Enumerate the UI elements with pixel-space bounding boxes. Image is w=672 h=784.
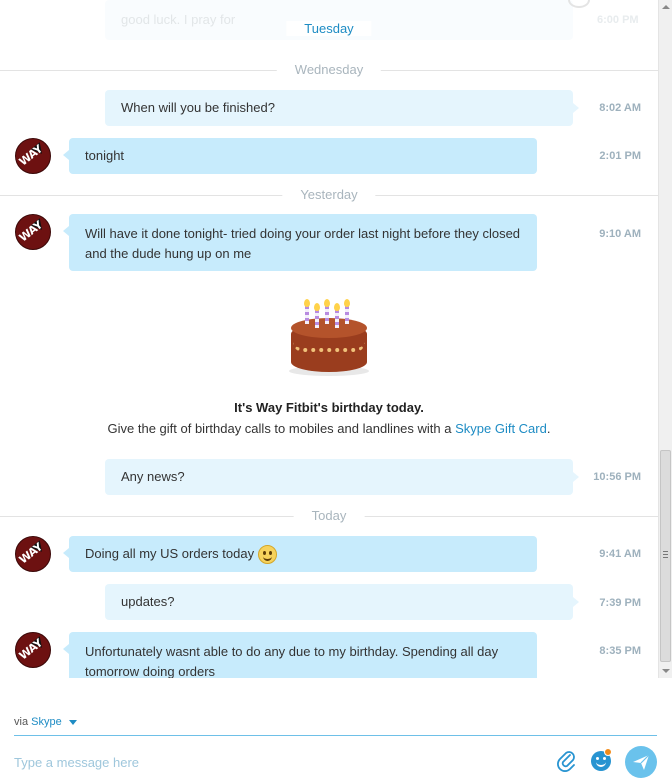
message-text: Unfortunately wasnt able to do any due t…: [85, 643, 499, 679]
message-bubble-outgoing[interactable]: When will you be finished?: [105, 90, 579, 126]
message-text: updates?: [121, 594, 175, 609]
birthday-cake-icon: [287, 296, 371, 376]
message-bubble-incoming[interactable]: tonight: [63, 138, 537, 174]
smile-icon: [258, 544, 278, 564]
message-time: 9:41 AM: [599, 548, 641, 560]
birthday-title: It's Way Fitbit's birthday today.: [234, 400, 424, 415]
message-text: When will you be finished?: [121, 100, 275, 115]
date-label: Yesterday: [282, 187, 376, 202]
message-time: 8:02 AM: [599, 102, 641, 114]
date-label: Today: [293, 508, 365, 523]
composer-divider: [14, 735, 657, 736]
avatar-label: WAY: [16, 540, 45, 567]
birthday-notice: It's Way Fitbit's birthday today. Give t…: [0, 296, 658, 436]
contact-avatar[interactable]: WAY: [15, 632, 51, 668]
message-bubble-incoming[interactable]: Will have it done tonight- tried doing y…: [63, 214, 537, 271]
message-time: 10:56 PM: [593, 471, 641, 483]
date-separator-yesterday: Yesterday: [0, 185, 658, 205]
scroll-thumb[interactable]: [660, 450, 671, 662]
notification-dot: [604, 748, 612, 756]
chevron-down-icon[interactable]: [68, 719, 77, 725]
message-text: Any news?: [121, 469, 185, 484]
send-button[interactable]: [625, 746, 657, 778]
message-input[interactable]: [14, 747, 534, 777]
birthday-text-after: .: [546, 421, 551, 436]
birthday-text-before: Give the gift of birthday calls to mobil…: [107, 421, 456, 436]
via-label: via: [14, 716, 29, 728]
message-text: Doing all my US orders today: [85, 546, 255, 561]
message-bubble-outgoing[interactable]: updates?: [105, 584, 579, 620]
scroll-down-arrow-icon[interactable]: [659, 664, 672, 678]
date-label: Wednesday: [276, 62, 382, 77]
avatar-label: WAY: [16, 218, 45, 245]
avatar-label: WAY: [16, 142, 45, 169]
contact-avatar[interactable]: WAY: [15, 214, 51, 250]
message-bubble-incoming[interactable]: Doing all my US orders today: [63, 536, 537, 572]
date-separator-wednesday: Wednesday: [0, 60, 658, 80]
paperclip-icon[interactable]: [557, 750, 577, 772]
message-bubble-outgoing[interactable]: Any news?: [105, 459, 579, 495]
message-time: 2:01 PM: [599, 150, 641, 162]
skype-gift-card-link[interactable]: Skype Gift Card: [455, 421, 547, 436]
via-service[interactable]: Skype: [31, 716, 62, 728]
avatar-label: WAY: [16, 636, 45, 663]
contact-avatar[interactable]: WAY: [15, 536, 51, 572]
birthday-text: Give the gift of birthday calls to mobil…: [0, 421, 658, 436]
date-separator-today: Today: [0, 506, 658, 526]
send-icon: [633, 754, 650, 770]
message-time: 8:35 PM: [599, 645, 641, 657]
chat-history: good luck. I pray for 6:00 PM Tuesday We…: [0, 0, 658, 678]
grip-icon: [663, 551, 668, 558]
message-time: 9:10 AM: [599, 228, 641, 240]
scroll-up-arrow-icon[interactable]: [659, 0, 672, 14]
date-separator-tuesday: Tuesday: [0, 19, 658, 39]
message-text: Will have it done tonight- tried doing y…: [85, 225, 521, 261]
message-time: 7:39 PM: [599, 597, 641, 609]
message-text: tonight: [85, 148, 125, 163]
via-selector[interactable]: via Skype: [14, 716, 77, 728]
contact-avatar[interactable]: WAY: [15, 138, 51, 174]
message-bubble-incoming[interactable]: Unfortunately wasnt able to do any due t…: [63, 632, 537, 679]
date-label: Tuesday: [286, 21, 372, 36]
chat-scrollbar[interactable]: [658, 0, 672, 678]
